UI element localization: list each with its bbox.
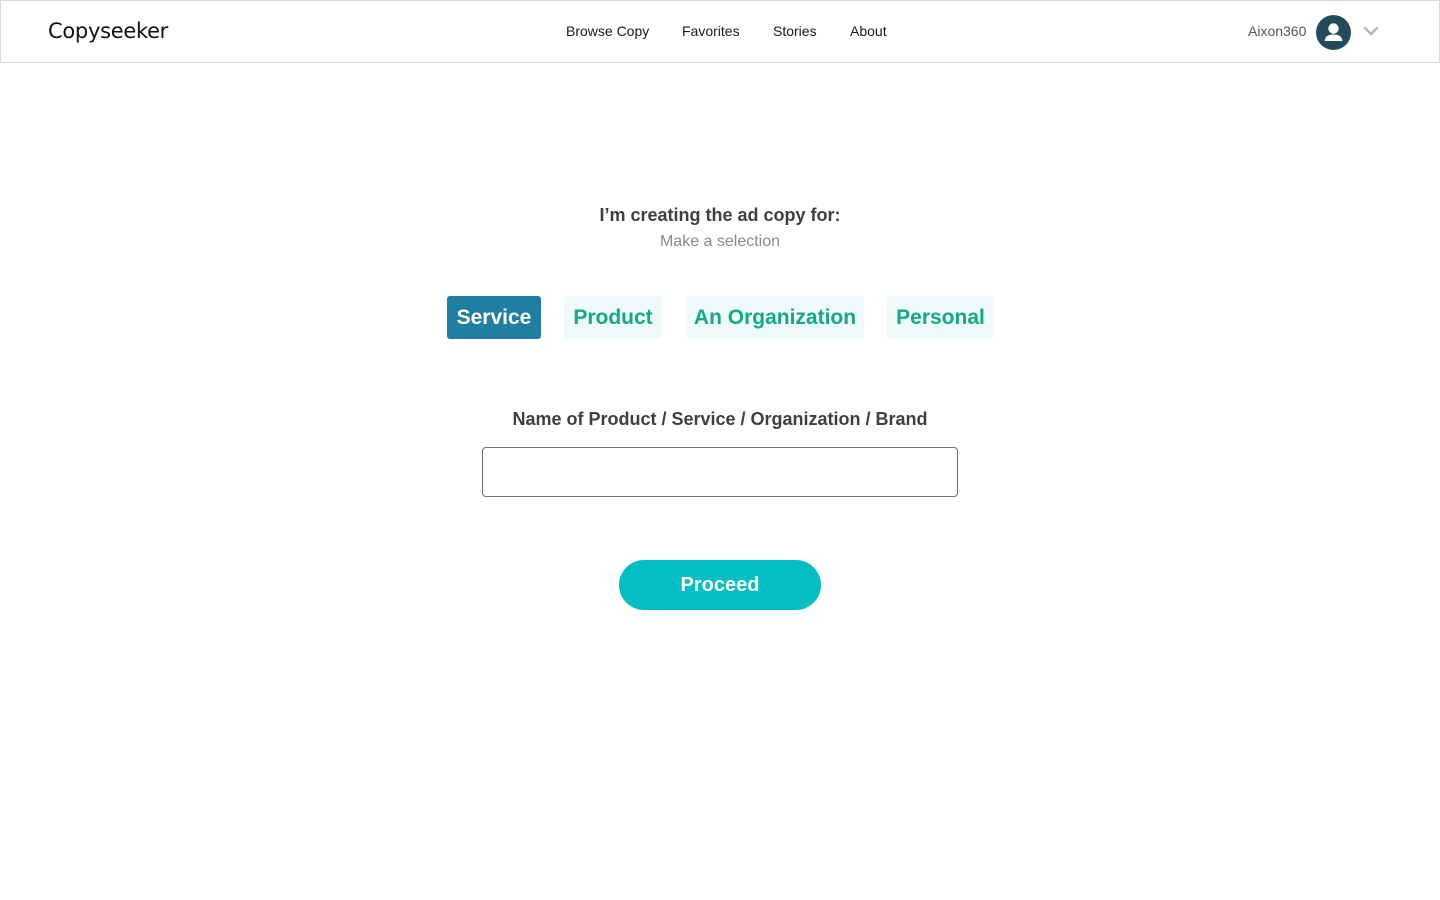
nav-browse-copy[interactable]: Browse Copy [566, 23, 649, 39]
copyseeker-logo[interactable]: Copyseeker [48, 19, 168, 43]
user-icon [1324, 23, 1343, 41]
nav-favorites[interactable]: Favorites [682, 23, 740, 39]
page-subheading: Make a selection [659, 233, 781, 250]
chevron-down-icon[interactable] [1363, 25, 1379, 37]
name-input[interactable] [482, 447, 958, 497]
choice-service[interactable]: Service [447, 296, 541, 339]
proceed-button[interactable]: Proceed [619, 560, 821, 610]
user-avatar[interactable] [1316, 15, 1351, 50]
username[interactable]: Aixon360 [1248, 23, 1306, 39]
choice-organization[interactable]: An Organization [686, 296, 864, 339]
nav-about[interactable]: About [850, 23, 887, 39]
name-field-label: Name of Product / Service / Organization… [512, 409, 928, 429]
choice-product[interactable]: Product [564, 296, 662, 339]
top-navigation-bar: Copyseeker Browse Copy Favorites Stories… [0, 0, 1440, 63]
nav-stories[interactable]: Stories [773, 23, 817, 39]
choice-personal[interactable]: Personal [887, 296, 994, 339]
logo-text: Copyseeker [48, 19, 169, 43]
page-heading: I’m creating the ad copy for: [599, 205, 841, 225]
